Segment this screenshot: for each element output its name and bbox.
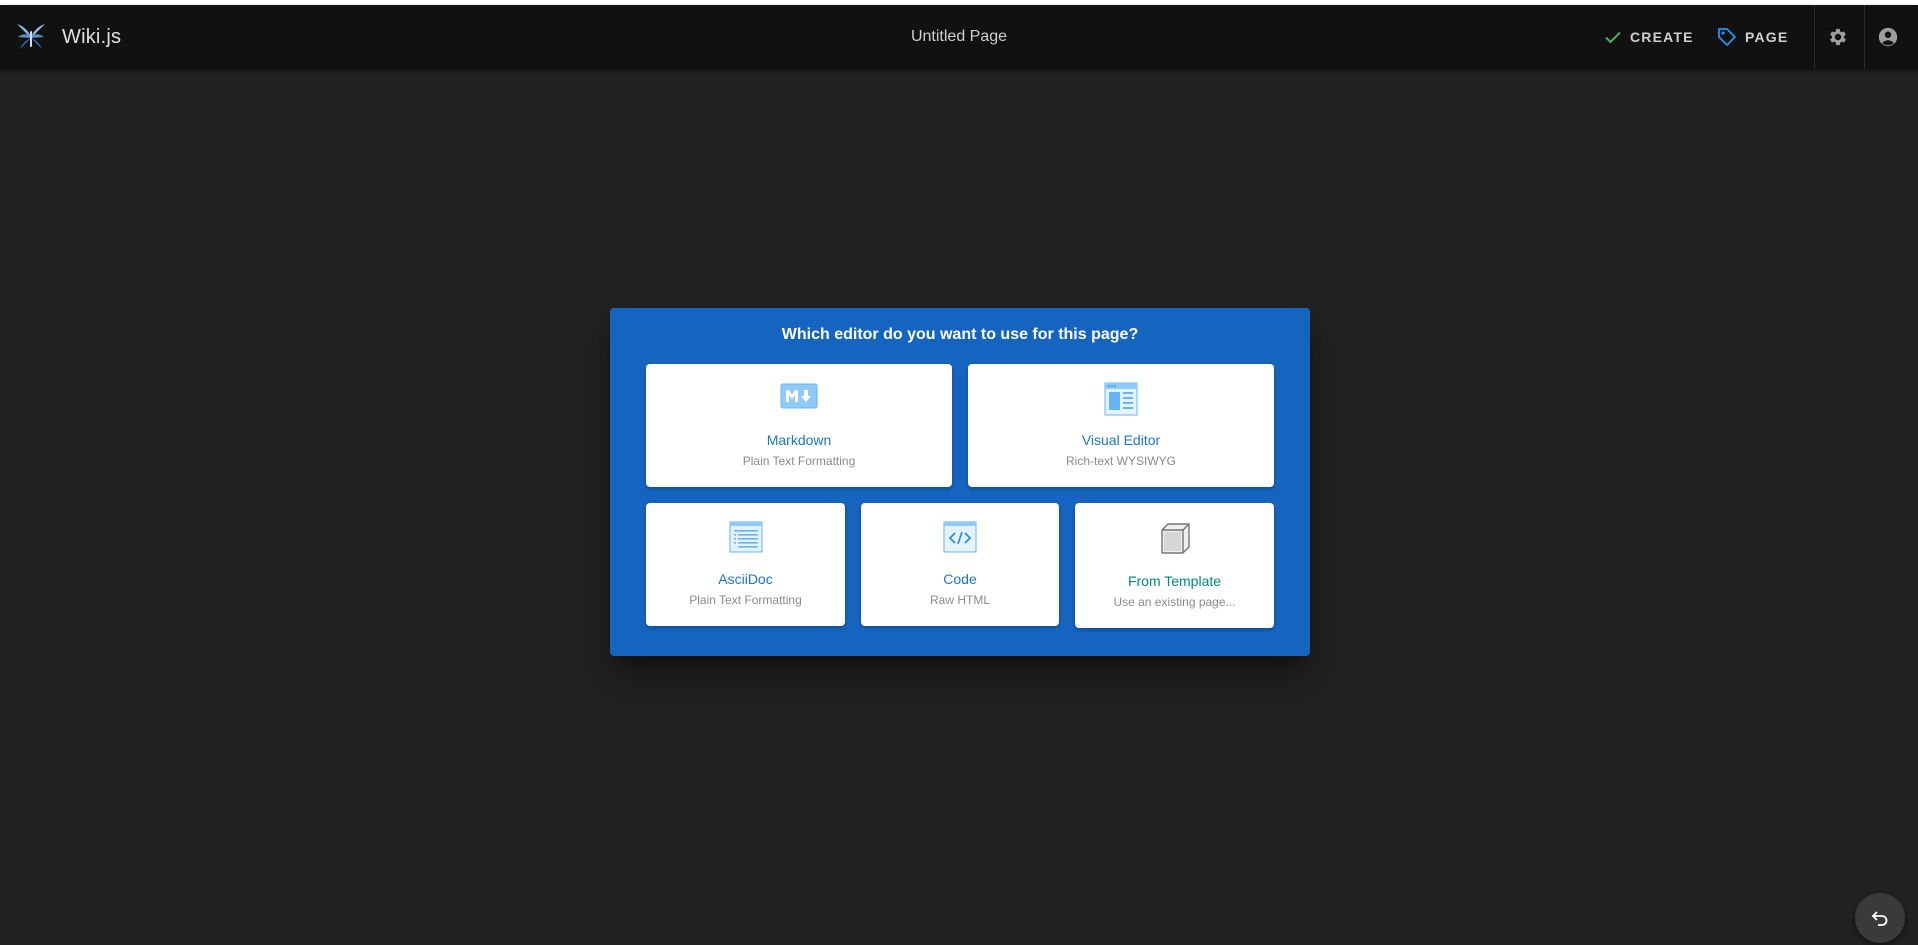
page-properties-button[interactable]: PAGE [1717, 21, 1788, 53]
tag-icon [1718, 28, 1736, 46]
editor-code-card[interactable]: Code Raw HTML [861, 503, 1059, 626]
back-fab-button[interactable] [1855, 893, 1905, 943]
asciidoc-icon [729, 521, 762, 553]
editor-title: AsciiDoc [718, 571, 773, 587]
markdown-icon [780, 383, 818, 409]
toolbar-divider [1864, 5, 1865, 69]
code-icon [943, 521, 977, 553]
gear-icon [1830, 28, 1846, 46]
page-button-label: PAGE [1745, 29, 1789, 45]
create-button-label: CREATE [1630, 29, 1694, 45]
editor-subtitle: Rich-text WYSIWYG [1065, 454, 1176, 468]
editor-markdown-card[interactable]: Markdown Plain Text Formatting [646, 364, 952, 487]
editor-title: Code [943, 571, 977, 587]
editor-title: Markdown [766, 432, 832, 448]
dialog-title: Which editor do you want to use for this… [781, 326, 1139, 343]
visual-editor-icon [1104, 382, 1138, 416]
editor-visual-card[interactable]: Visual Editor Rich-text WYSIWYG [968, 364, 1274, 487]
top-bar: Wiki.js Untitled Page CREATE PAGE [0, 5, 1918, 69]
editor-title: Visual Editor [1081, 432, 1161, 448]
editor-asciidoc-card[interactable]: AsciiDoc Plain Text Formatting [646, 503, 845, 626]
editor-subtitle: Plain Text Formatting [742, 454, 856, 468]
editor-subtitle: Use an existing page... [1113, 595, 1236, 609]
editor-title: From Template [1127, 573, 1222, 589]
editor-subtitle: Plain Text Formatting [689, 593, 802, 607]
toolbar-divider [1814, 5, 1815, 69]
editor-template-card[interactable]: From Template Use an existing page... [1075, 503, 1274, 628]
editor-selection-dialog: Which editor do you want to use for this… [610, 308, 1310, 656]
account-circle-icon [1878, 27, 1898, 47]
editor-subtitle: Raw HTML [929, 593, 990, 607]
admin-settings-button[interactable] [1822, 21, 1854, 53]
undo-return-icon [1871, 911, 1888, 926]
app-shell: Wiki.js Untitled Page CREATE PAGE Which … [0, 5, 1918, 945]
check-icon [1605, 31, 1621, 44]
create-button[interactable]: CREATE [1604, 21, 1694, 53]
template-cube-icon [1160, 523, 1190, 554]
account-button[interactable] [1872, 21, 1904, 53]
